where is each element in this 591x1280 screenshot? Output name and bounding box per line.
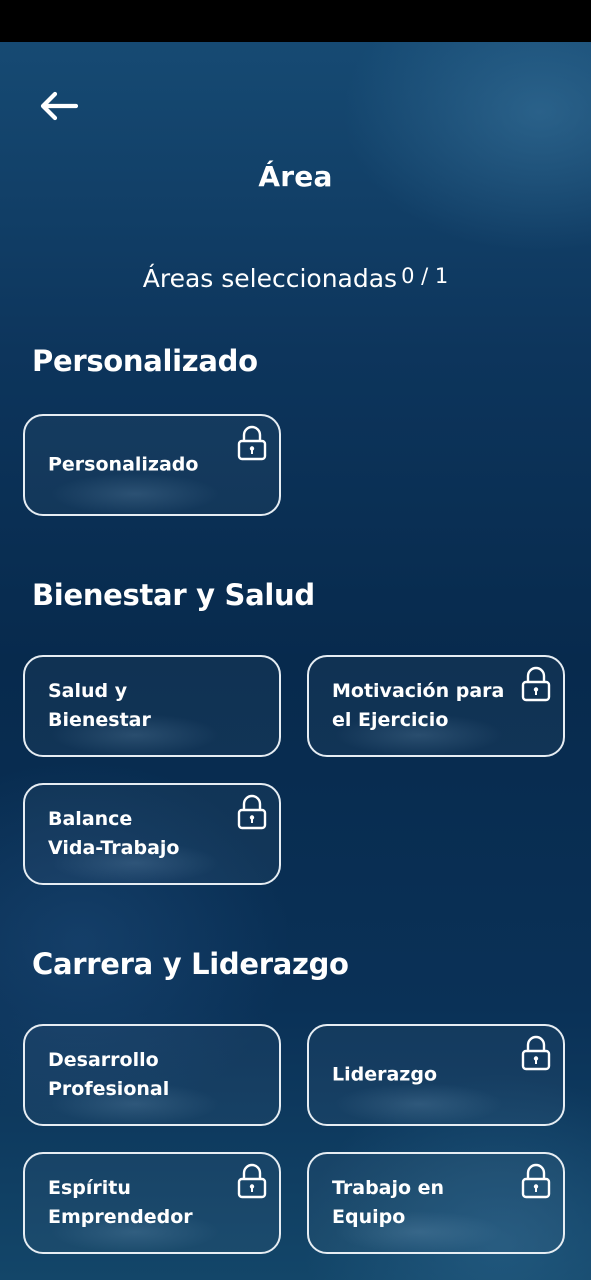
- area-card-trabajo-en-equipo[interactable]: Trabajo en Equipo: [307, 1152, 565, 1254]
- area-card-desarrollo-profesional[interactable]: Desarrollo Profesional: [23, 1024, 281, 1126]
- area-card-label: Trabajo en Equipo: [332, 1177, 445, 1228]
- padlock-icon: [521, 1163, 551, 1199]
- padlock-icon: [237, 1163, 267, 1199]
- status-bar: [0, 0, 591, 42]
- padlock-icon: [237, 425, 267, 461]
- area-selection-screen: Área Áreas seleccionadas 0 / 1 Personaliz…: [0, 42, 591, 1280]
- area-card-label: Liderazgo: [332, 1063, 438, 1086]
- padlock-icon: [521, 666, 551, 702]
- padlock-icon: [237, 794, 267, 830]
- area-card-label: Motivación para el Ejercicio: [332, 680, 505, 731]
- arrow-left-icon: [40, 91, 78, 121]
- area-card-label: Espíritu Emprendedor: [48, 1177, 193, 1228]
- section-title-personalizado: Personalizado: [32, 344, 258, 378]
- selection-counter: Áreas seleccionadas 0 / 1: [0, 264, 591, 293]
- selection-counter-value: 0 / 1: [401, 264, 449, 288]
- area-card-label: Salud y Bienestar: [48, 680, 151, 731]
- page-title: Área: [258, 160, 333, 193]
- area-card-espiritu-emprendedor[interactable]: Espíritu Emprendedor: [23, 1152, 281, 1254]
- area-card-motivacion-para-el-ejercicio[interactable]: Motivación para el Ejercicio: [307, 655, 565, 757]
- area-card-balance-vida-trabajo[interactable]: Balance Vida-Trabajo: [23, 783, 281, 885]
- area-card-personalizado[interactable]: Personalizado: [23, 414, 281, 516]
- selection-counter-label: Áreas seleccionadas: [142, 264, 398, 293]
- area-card-label: Balance Vida-Trabajo: [48, 808, 180, 859]
- area-card-salud-y-bienestar[interactable]: Salud y Bienestar: [23, 655, 281, 757]
- padlock-icon: [521, 1035, 551, 1071]
- area-card-label: Desarrollo Profesional: [48, 1049, 170, 1100]
- area-card-label: Personalizado: [48, 453, 199, 476]
- back-button[interactable]: [34, 84, 82, 128]
- section-title-bienestar-y-salud: Bienestar y Salud: [32, 578, 315, 612]
- section-title-carrera-y-liderazgo: Carrera y Liderazgo: [32, 947, 349, 981]
- area-card-liderazgo[interactable]: Liderazgo: [307, 1024, 565, 1126]
